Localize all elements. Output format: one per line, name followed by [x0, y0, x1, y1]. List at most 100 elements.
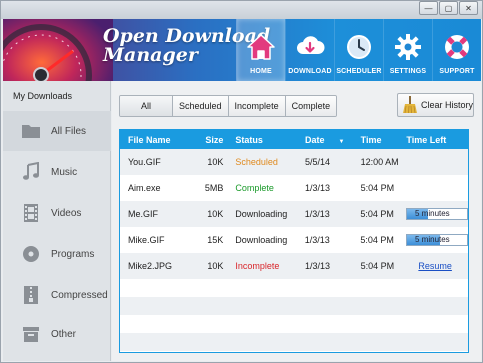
nav-settings[interactable]: SETTINGS: [383, 19, 432, 81]
maximize-button[interactable]: ▢: [439, 1, 458, 15]
status-cell: Complete: [235, 183, 274, 193]
column-header-time[interactable]: Time: [353, 135, 404, 145]
sidebar-item-label: All Files: [51, 125, 87, 137]
sidebar-item-label: Compressed: [51, 289, 108, 301]
sidebar: My Downloads All Files Music Videos Prog…: [3, 81, 111, 361]
sidebar-item-music[interactable]: Music: [3, 152, 111, 192]
size-cell: 10K: [207, 157, 224, 167]
clear-history-button[interactable]: Clear History: [397, 93, 474, 117]
table-row[interactable]: You.GIF 10K Scheduled 5/5/14 12:00 AM: [120, 149, 468, 175]
date-cell: 1/3/13: [304, 183, 330, 193]
time-left-cell: Resume: [403, 261, 468, 271]
sidebar-item-programs[interactable]: Programs: [3, 234, 111, 274]
clock-icon: [347, 35, 371, 59]
main-panel: All Scheduled Incomplete Complete Clear …: [112, 81, 481, 361]
file-name-cell: Aim.exe: [128, 183, 161, 193]
column-header-file-name[interactable]: File Name: [120, 135, 193, 145]
size-cell: 10K: [207, 209, 224, 219]
nav-scheduler-label: SCHEDULER: [336, 68, 382, 75]
time-left-cell: 5 minutes: [403, 234, 468, 246]
column-header-date-label: Date: [304, 134, 325, 145]
time-cell: 12:00 AM: [360, 157, 399, 167]
progress-bar-text: 5 minutes: [415, 209, 450, 218]
nav-home[interactable]: HOME: [236, 19, 285, 81]
sort-desc-icon: ▼: [338, 138, 345, 145]
filter-incomplete-button[interactable]: Incomplete: [227, 96, 285, 116]
progress-bar-text: 5 minutes: [415, 235, 450, 244]
sidebar-title: My Downloads: [13, 91, 73, 101]
progress-bar: 5 minutes: [406, 234, 468, 246]
date-cell: 1/3/13: [304, 235, 330, 245]
table-row-empty: [120, 279, 468, 297]
table-row-empty: [120, 333, 468, 351]
progress-bar: 5 minutes: [406, 208, 468, 220]
film-icon: [24, 204, 38, 222]
file-name-cell: Mike2.JPG: [128, 261, 173, 271]
table-row[interactable]: Aim.exe 5MB Complete 1/3/13 5:04 PM: [120, 175, 468, 201]
file-name-cell: Me.GIF: [128, 209, 159, 219]
sidebar-item-videos[interactable]: Videos: [3, 193, 111, 233]
sidebar-item-label: Music: [51, 166, 78, 178]
speedometer-logo-icon: [3, 19, 113, 81]
sidebar-item-other[interactable]: Other: [3, 314, 111, 354]
filter-complete-button[interactable]: Complete: [284, 96, 337, 116]
box-icon: [23, 327, 39, 342]
time-cell: 5:04 PM: [360, 235, 394, 245]
nav-download-label: DOWNLOAD: [288, 68, 332, 75]
file-name-cell: Mike.GIF: [128, 235, 165, 245]
time-cell: 5:04 PM: [360, 261, 395, 271]
home-icon: [247, 34, 275, 60]
sidebar-item-label: Videos: [51, 207, 82, 219]
table-row-empty: [120, 315, 468, 333]
status-cell: Downloading: [235, 235, 288, 245]
app-window: — ▢ ✕ Open Download Manager HOME DOWNLOA…: [0, 0, 483, 363]
table-row[interactable]: Me.GIF 10K Downloading 1/3/13 5:04 PM 5 …: [120, 201, 468, 227]
cloud-download-icon: [297, 36, 325, 54]
table-row[interactable]: Mike.GIF 15K Downloading 1/3/13 5:04 PM …: [120, 227, 468, 253]
size-cell: 5MB: [204, 183, 224, 193]
disc-icon: [23, 246, 39, 262]
time-left-cell: 5 minutes: [403, 208, 468, 220]
broom-icon: [403, 96, 417, 114]
size-cell: 15K: [207, 235, 224, 245]
sidebar-item-label: Programs: [51, 248, 95, 260]
nav-support-label: SUPPORT: [439, 68, 475, 75]
folder-icon: [22, 125, 40, 138]
date-cell: 1/3/13: [304, 261, 330, 271]
window-controls: — ▢ ✕: [418, 1, 478, 15]
table-header: File Name Size Status Date ▼ Time Time Le…: [120, 130, 468, 149]
column-header-status[interactable]: Status: [223, 135, 297, 145]
table-row[interactable]: Mike2.JPG 10K Incomplete 1/3/13 5:04 PM …: [120, 253, 468, 279]
column-header-size[interactable]: Size: [193, 135, 223, 145]
status-cell: Scheduled: [235, 157, 278, 167]
title-bar[interactable]: — ▢ ✕: [1, 1, 482, 19]
column-header-date[interactable]: Date ▼: [297, 135, 353, 145]
gear-icon: [395, 34, 421, 60]
nav-scheduler[interactable]: SCHEDULER: [334, 19, 383, 81]
filter-scheduled-button[interactable]: Scheduled: [172, 96, 228, 116]
clear-history-label: Clear History: [421, 100, 474, 110]
date-cell: 5/5/14: [304, 157, 330, 167]
date-cell: 1/3/13: [304, 209, 330, 219]
sidebar-item-compressed[interactable]: Compressed: [3, 275, 111, 315]
table-row-empty: [120, 297, 468, 315]
resume-link[interactable]: Resume: [406, 261, 452, 271]
sidebar-item-all-files[interactable]: All Files: [3, 111, 111, 151]
time-cell: 5:04 PM: [360, 209, 394, 219]
filter-all-button[interactable]: All: [120, 96, 172, 116]
close-button[interactable]: ✕: [459, 1, 478, 15]
size-cell: 10K: [207, 261, 224, 271]
lifebuoy-icon: [445, 35, 469, 59]
file-name-cell: You.GIF: [128, 157, 161, 167]
nav-support[interactable]: SUPPORT: [432, 19, 481, 81]
archive-icon: [24, 286, 38, 304]
main-nav: HOME DOWNLOAD SCHEDULER SETTINGS SUPPORT: [236, 19, 481, 81]
sidebar-item-label: Other: [51, 328, 77, 340]
column-header-time-left[interactable]: Time Left: [403, 135, 468, 145]
filter-tabs: All Scheduled Incomplete Complete: [119, 95, 338, 117]
app-header: Open Download Manager HOME DOWNLOAD SCHE…: [3, 19, 481, 81]
status-cell: Downloading: [235, 209, 288, 219]
minimize-button[interactable]: —: [419, 1, 438, 15]
time-cell: 5:04 PM: [360, 183, 395, 193]
nav-download[interactable]: DOWNLOAD: [285, 19, 334, 81]
